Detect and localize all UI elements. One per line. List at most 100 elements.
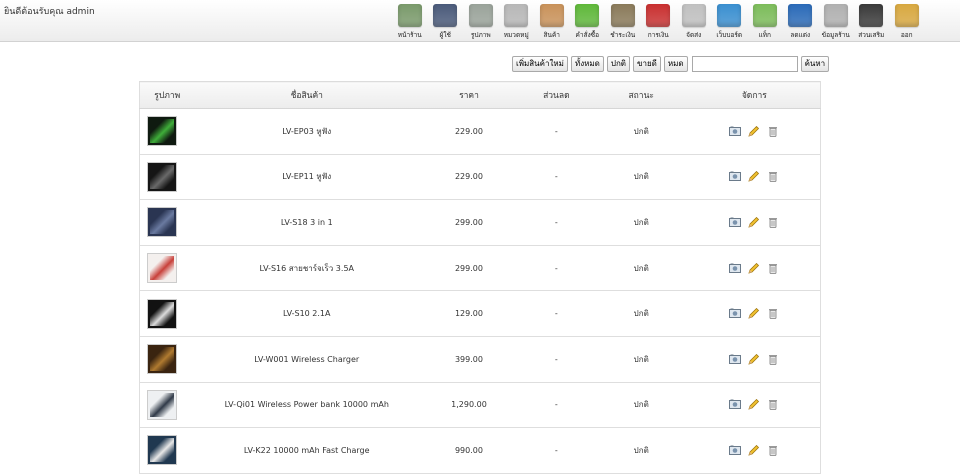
image-icon[interactable] <box>729 171 742 182</box>
menu-item-images[interactable]: รูปภาพ <box>463 2 499 40</box>
image-icon[interactable] <box>729 126 742 137</box>
delete-trash-icon[interactable] <box>767 263 779 274</box>
delete-trash-icon[interactable] <box>767 308 779 320</box>
thumbnail-graphic <box>150 256 174 281</box>
table-row: LV-W001 Wireless Charger 399.00- ปกติ <box>139 336 821 383</box>
product-actions <box>688 154 821 201</box>
menu-item-decorate[interactable]: ลดแต่ง <box>783 2 819 40</box>
menu-item-store-info[interactable]: ข้อมูลร้าน <box>818 2 854 40</box>
main-menu: หน้าร้าน ผู้ใช้ รูปภาพ หมวดหมู่ สินค้า คำสั่ง… <box>392 2 925 40</box>
menu-item-label: ส่วนเสริม <box>858 31 885 39</box>
menu-item-label: เว็บบอร์ด <box>716 31 743 39</box>
product-thumbnail[interactable] <box>147 435 177 466</box>
add-product-button[interactable]: เพิ่มสินค้าใหม่ <box>512 56 568 72</box>
image-icon[interactable] <box>729 354 742 365</box>
table-row: LV-S10 2.1A 129.00- ปกติ <box>139 290 821 337</box>
col-header-name: ชื่อสินค้า <box>194 81 420 109</box>
menu-item-webboard[interactable]: เว็บบอร์ด <box>712 2 748 40</box>
product-box-icon <box>539 4 564 27</box>
delete-trash-icon[interactable] <box>767 399 779 411</box>
product-image-cell <box>139 199 195 246</box>
product-name: LV-EP03 หูฟัง <box>194 108 420 155</box>
filter-bestseller-button[interactable]: ขายดี <box>632 56 661 72</box>
menu-item-payment[interactable]: ชำระเงิน <box>605 2 641 40</box>
image-icon[interactable] <box>729 263 742 274</box>
filter-all-button[interactable]: ทั้งหมด <box>570 56 604 72</box>
filter-normal-button[interactable]: ปกติ <box>606 56 630 72</box>
menu-item-category-box[interactable]: หมวดหมู่ <box>499 2 535 40</box>
images-icon <box>468 4 493 27</box>
image-icon[interactable] <box>729 445 742 456</box>
edit-pencil-icon[interactable] <box>748 171 760 183</box>
edit-pencil-icon[interactable] <box>748 262 760 274</box>
image-icon[interactable] <box>729 308 742 319</box>
product-name: LV-Qi01 Wireless Power bank 10000 mAh <box>194 382 420 429</box>
product-actions <box>688 336 821 383</box>
product-discount: - <box>518 154 594 201</box>
product-image-cell <box>139 382 195 429</box>
product-image-cell <box>139 427 195 474</box>
decorate-icon <box>788 4 813 27</box>
product-actions <box>688 382 821 429</box>
product-status: ปกติ <box>593 382 689 429</box>
product-price: 299.00 <box>419 245 519 292</box>
menu-item-user[interactable]: ผู้ใช้ <box>428 2 464 40</box>
edit-pencil-icon[interactable] <box>748 125 760 137</box>
thumbnail-graphic <box>150 392 174 417</box>
product-discount: - <box>518 382 594 429</box>
filter-soldout-button[interactable]: หมด <box>663 56 688 72</box>
product-image-cell <box>139 336 195 383</box>
table-header-row: รูปภาพ ชื่อสินค้า ราคา ส่วนลด สถานะ จัดก… <box>139 81 821 109</box>
menu-item-storefront[interactable]: หน้าร้าน <box>392 2 428 40</box>
product-thumbnail[interactable] <box>147 161 177 192</box>
search-button[interactable]: ค้นหา <box>800 56 830 72</box>
product-name: LV-W001 Wireless Charger <box>194 336 420 383</box>
edit-pencil-icon[interactable] <box>748 353 760 365</box>
delete-trash-icon[interactable] <box>767 354 779 365</box>
product-thumbnail[interactable] <box>147 207 177 238</box>
product-name: LV-S10 2.1A <box>194 290 420 337</box>
col-header-price: ราคา <box>419 81 519 109</box>
image-icon[interactable] <box>729 399 742 410</box>
edit-pencil-icon[interactable] <box>748 399 760 410</box>
thumbnail-graphic <box>150 301 174 326</box>
menu-item-product-box[interactable]: สินค้า <box>534 2 570 40</box>
webboard-icon <box>717 4 742 27</box>
thumbnail-graphic <box>150 119 174 144</box>
table-row: LV-K22 10000 mAh Fast Charge 990.00- ปกติ <box>139 427 821 474</box>
edit-pencil-icon[interactable] <box>748 308 760 319</box>
delete-trash-icon[interactable] <box>767 445 779 456</box>
payment-icon <box>610 4 635 27</box>
menu-item-label: ผู้ใช้ <box>439 31 451 39</box>
menu-item-label: ลดแต่ง <box>790 31 811 39</box>
table-row: LV-Qi01 Wireless Power bank 10000 mAh 1,2… <box>139 382 821 429</box>
product-table: รูปภาพ ชื่อสินค้า ราคา ส่วนลด สถานะ จัดก… <box>139 81 821 474</box>
menu-item-order-box[interactable]: คำสั่งซื้อ <box>570 2 606 40</box>
menu-item-finance[interactable]: การเงิน <box>641 2 677 40</box>
menu-item-addon[interactable]: ส่วนเสริม <box>854 2 890 40</box>
menu-item-logout-lock[interactable]: ออก <box>889 2 925 40</box>
menu-item-label: คำสั่งซื้อ <box>575 31 599 39</box>
order-box-icon <box>575 4 600 27</box>
menu-item-shipping[interactable]: จัดส่ง <box>676 2 712 40</box>
product-thumbnail[interactable] <box>147 253 177 284</box>
edit-pencil-icon[interactable] <box>748 216 760 228</box>
product-thumbnail[interactable] <box>147 298 177 329</box>
search-input[interactable] <box>691 56 798 72</box>
edit-pencil-icon[interactable] <box>748 444 760 456</box>
delete-trash-icon[interactable] <box>767 126 779 137</box>
product-discount: - <box>518 290 594 337</box>
top-bar: ยินดีต้อนรับคุณ admin หน้าร้าน ผู้ใช้ รูปภ… <box>0 0 960 42</box>
product-actions <box>688 427 821 474</box>
product-thumbnail[interactable] <box>147 389 177 420</box>
logout-lock-icon <box>894 4 919 27</box>
delete-trash-icon[interactable] <box>767 217 779 228</box>
delete-trash-icon[interactable] <box>767 171 779 183</box>
product-thumbnail[interactable] <box>147 344 177 375</box>
menu-item-label: ชำระเงิน <box>610 31 636 39</box>
image-icon[interactable] <box>729 217 742 228</box>
product-thumbnail[interactable] <box>147 116 177 147</box>
product-price: 229.00 <box>419 154 519 201</box>
menu-item-tag[interactable]: แท็ก <box>747 2 783 40</box>
menu-item-label: รูปภาพ <box>470 31 491 39</box>
